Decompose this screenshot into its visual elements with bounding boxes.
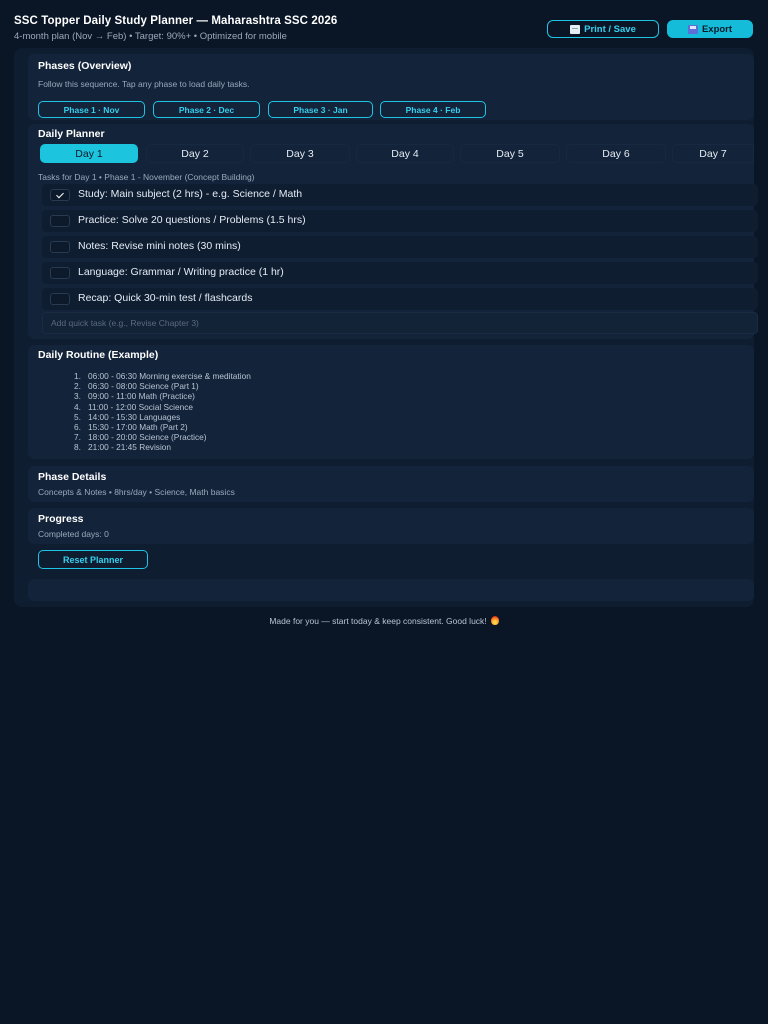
footer-text: Made for you — start today & keep consis…: [269, 616, 487, 626]
tasks-header: Tasks for Day 1 • Phase 1 - November (Co…: [38, 172, 255, 182]
page-subtitle: 4-month plan (Nov → Feb) • Target: 90%+ …: [14, 31, 287, 42]
task-label: Notes: Revise mini notes (30 mins): [78, 240, 241, 252]
export-button[interactable]: Export: [667, 20, 753, 38]
task-checkbox[interactable]: [50, 293, 70, 305]
print-save-button[interactable]: Print / Save: [547, 20, 659, 38]
phases-hint: Follow this sequence. Tap any phase to l…: [38, 79, 250, 89]
task-checkbox[interactable]: [50, 189, 70, 201]
routine-item: 5. 14:00 - 15:30 Languages: [74, 411, 181, 422]
routine-item: 8. 21:00 - 21:45 Revision: [74, 442, 172, 453]
phase-button-3[interactable]: Phase 3 · Jan: [268, 101, 373, 118]
phase-button-2[interactable]: Phase 2 · Dec: [153, 101, 260, 118]
phases-card: Phases (Overview) Follow this sequence. …: [28, 54, 754, 120]
tab-day-2[interactable]: Day 2: [146, 144, 244, 163]
task-checkbox[interactable]: [50, 267, 70, 279]
task-label: Language: Grammar / Writing practice (1 …: [78, 266, 284, 278]
routine-item: 1. 06:00 - 06:30 Morning exercise & medit…: [74, 371, 251, 381]
main-container: Phases (Overview) Follow this sequence. …: [14, 48, 758, 607]
routine-item: 6. 15:30 - 17:00 Math (Part 2): [74, 421, 188, 432]
task-item[interactable]: Language: Grammar / Writing practice (1 …: [42, 262, 758, 284]
fire-icon: [490, 616, 499, 625]
empty-panel: [28, 579, 754, 601]
phases-title: Phases (Overview): [38, 60, 132, 72]
tab-day-5[interactable]: Day 5: [460, 144, 560, 163]
routine-item: 7. 18:00 - 20:00 Science (Practice): [74, 432, 207, 443]
daily-planner-title: Daily Planner: [38, 128, 105, 140]
phase-button-1[interactable]: Phase 1 · Nov: [38, 101, 145, 118]
page-header: SSC Topper Daily Study Planner — Maharas…: [14, 12, 754, 46]
completed-days: Completed days: 0: [38, 529, 109, 539]
daily-routine-card: Daily Routine (Example) 1. 06:00 - 06:30 …: [28, 345, 754, 459]
task-item[interactable]: Recap: Quick 30-min test / flashcards: [42, 288, 758, 310]
tab-day-4[interactable]: Day 4: [356, 144, 454, 163]
task-item[interactable]: Study: Main subject (2 hrs) - e.g. Scien…: [42, 184, 758, 206]
daily-planner-card: Daily Planner Day 1 Day 2 Day 3 Day 4 Da…: [28, 124, 758, 339]
tab-day-7[interactable]: Day 7: [672, 144, 754, 163]
floppy-disk-icon: [687, 24, 698, 34]
task-label: Study: Main subject (2 hrs) - e.g. Scien…: [78, 188, 303, 200]
tab-day-6[interactable]: Day 6: [566, 144, 666, 163]
task-checkbox[interactable]: [50, 215, 70, 227]
routine-item: 2. 06:30 - 08:00 Science (Part 1): [74, 381, 199, 392]
task-label: Recap: Quick 30-min test / flashcards: [78, 292, 253, 304]
phase-details-text: Concepts & Notes • 8hrs/day • Science, M…: [38, 487, 235, 497]
phase-details-card: Phase Details Concepts & Notes • 8hrs/da…: [28, 466, 754, 502]
document-icon: [570, 24, 581, 34]
tab-day-3[interactable]: Day 3: [250, 144, 350, 163]
routine-item: 4. 11:00 - 12:00 Social Science: [74, 401, 194, 412]
progress-title: Progress: [38, 513, 84, 525]
task-label: Practice: Solve 20 questions / Problems …: [78, 214, 306, 226]
daily-routine-title: Daily Routine (Example): [38, 349, 159, 361]
phase-details-title: Phase Details: [38, 471, 107, 483]
routine-list: 1. 06:00 - 06:30 Morning exercise & medit…: [74, 371, 251, 453]
print-save-label: Print / Save: [584, 23, 636, 35]
tab-day-1[interactable]: Day 1: [40, 144, 138, 163]
task-item[interactable]: Notes: Revise mini notes (30 mins): [42, 236, 758, 258]
phase-button-4[interactable]: Phase 4 · Feb: [380, 101, 486, 118]
footer: Made for you — start today & keep consis…: [0, 616, 768, 626]
quick-task-input[interactable]: [42, 312, 758, 334]
reset-planner-button[interactable]: Reset Planner: [38, 550, 148, 569]
page-title: SSC Topper Daily Study Planner — Maharas…: [14, 15, 338, 27]
task-checkbox[interactable]: [50, 241, 70, 253]
routine-item: 3. 09:00 - 11:00 Math (Practice): [74, 391, 195, 402]
export-label: Export: [701, 23, 733, 35]
task-item[interactable]: Practice: Solve 20 questions / Problems …: [42, 210, 758, 232]
progress-card: Progress Completed days: 0: [28, 508, 754, 544]
